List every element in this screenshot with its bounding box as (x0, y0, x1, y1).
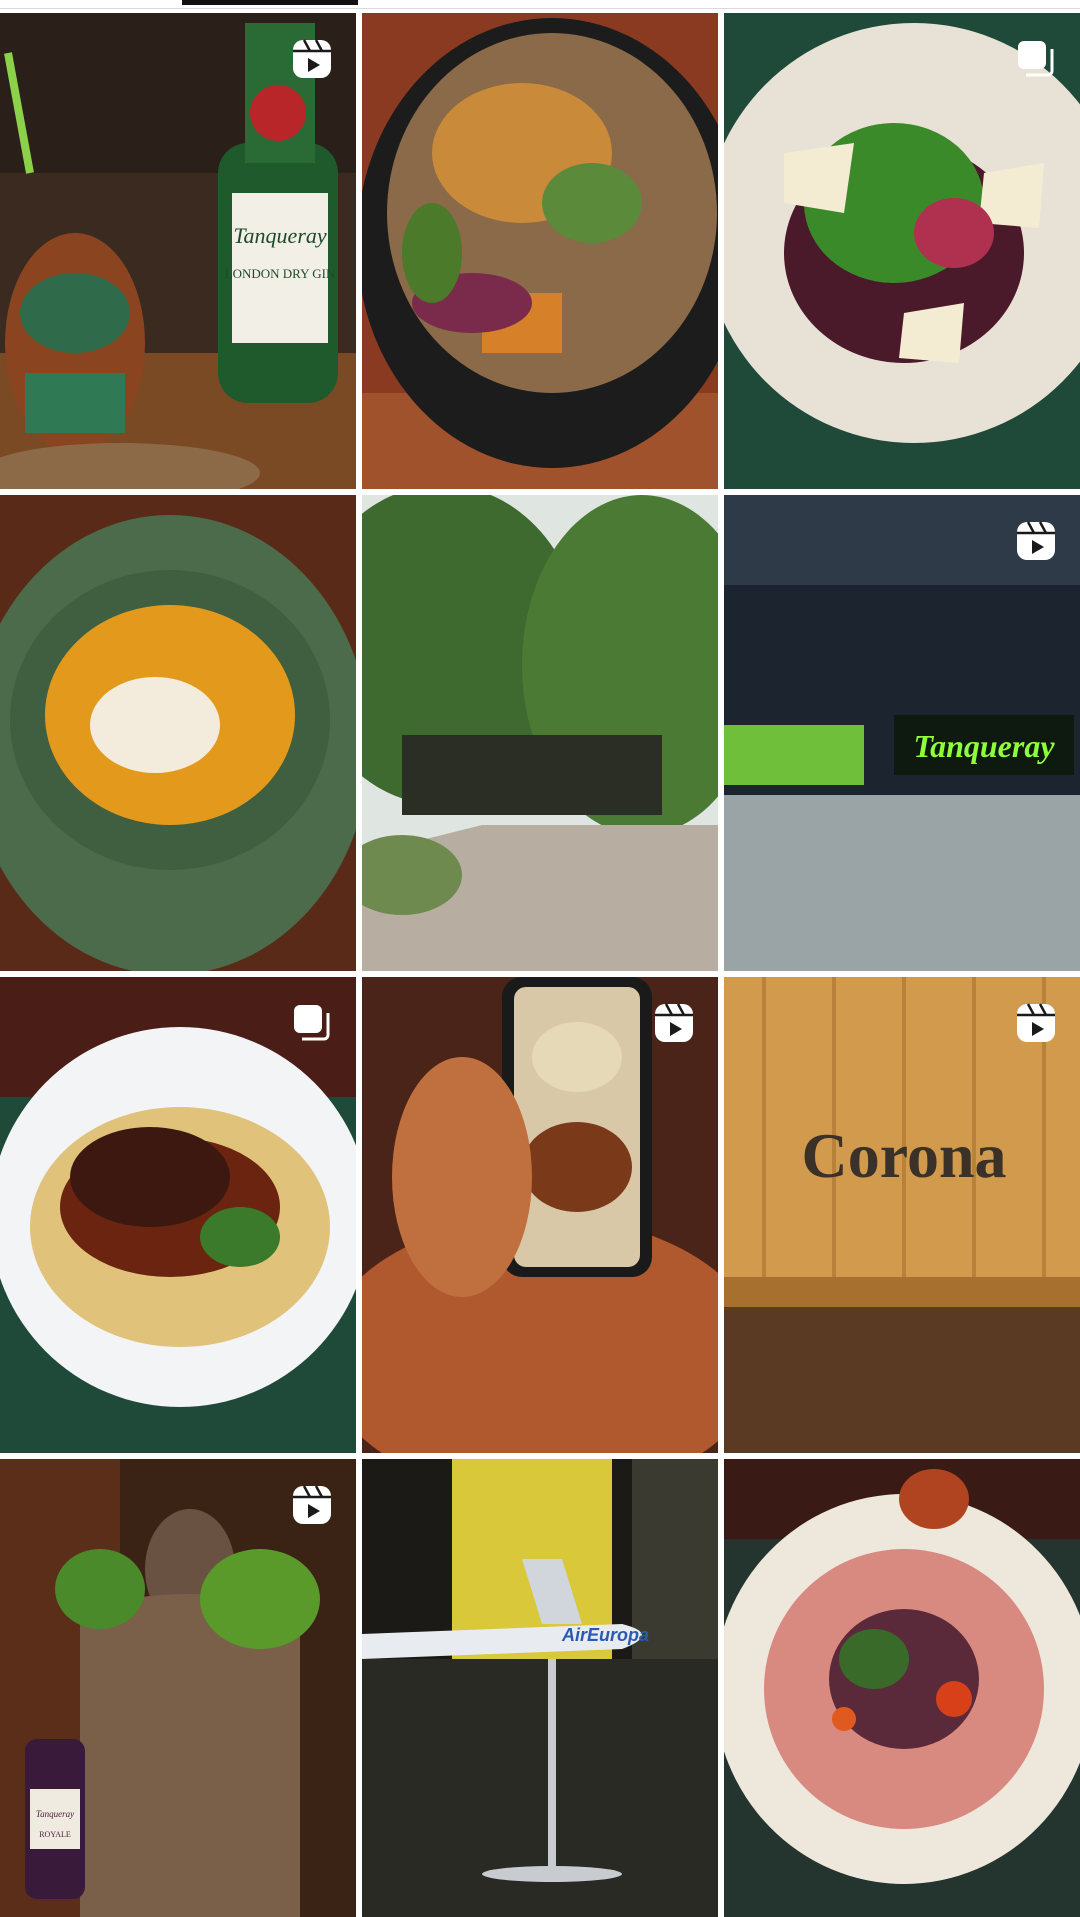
post-image: Tanqueray (724, 495, 1080, 971)
reel-icon (652, 1001, 696, 1045)
post-tile[interactable]: Tanqueray (724, 495, 1080, 971)
post-tile[interactable] (724, 1459, 1080, 1917)
bottle-sublabel: LONDON DRY GIN (225, 266, 336, 281)
post-image (724, 1459, 1080, 1917)
plane-livery-text: AirEuropa (561, 1625, 649, 1645)
reel-icon (1014, 519, 1058, 563)
reel-icon (290, 37, 334, 81)
bottle-label: Tanqueray (36, 1809, 74, 1819)
profile-tab-bar (0, 0, 1080, 9)
post-tile[interactable] (0, 977, 356, 1453)
post-image (0, 977, 356, 1453)
post-tile[interactable]: Corona (724, 977, 1080, 1453)
post-tile[interactable] (724, 13, 1080, 489)
carousel-icon (1014, 37, 1058, 81)
post-image: Tanqueray LONDON DRY GIN (0, 13, 356, 489)
post-image (362, 13, 718, 489)
active-tab-indicator (182, 0, 358, 5)
post-tile[interactable] (362, 495, 718, 971)
post-image (362, 495, 718, 971)
reel-icon (1014, 1001, 1058, 1045)
post-image (362, 977, 718, 1453)
post-image: AirEuropa (362, 1459, 718, 1917)
carousel-icon (290, 1001, 334, 1045)
post-tile[interactable]: Tanqueray LONDON DRY GIN (0, 13, 356, 489)
post-tile[interactable]: AirEuropa (362, 1459, 718, 1917)
post-tile[interactable] (362, 977, 718, 1453)
post-tile[interactable]: Tanqueray ROYALE (0, 1459, 356, 1917)
post-image (724, 13, 1080, 489)
reel-icon (290, 1483, 334, 1527)
post-image: Tanqueray ROYALE (0, 1459, 356, 1917)
bottle-sublabel: ROYALE (39, 1830, 71, 1839)
neon-sign-text: Tanqueray (913, 728, 1055, 764)
bottle-label: Tanqueray (233, 223, 327, 248)
post-image: Corona (724, 977, 1080, 1453)
post-image (0, 495, 356, 971)
crate-text: Corona (801, 1120, 1006, 1191)
post-tile[interactable] (0, 495, 356, 971)
post-tile[interactable] (362, 13, 718, 489)
